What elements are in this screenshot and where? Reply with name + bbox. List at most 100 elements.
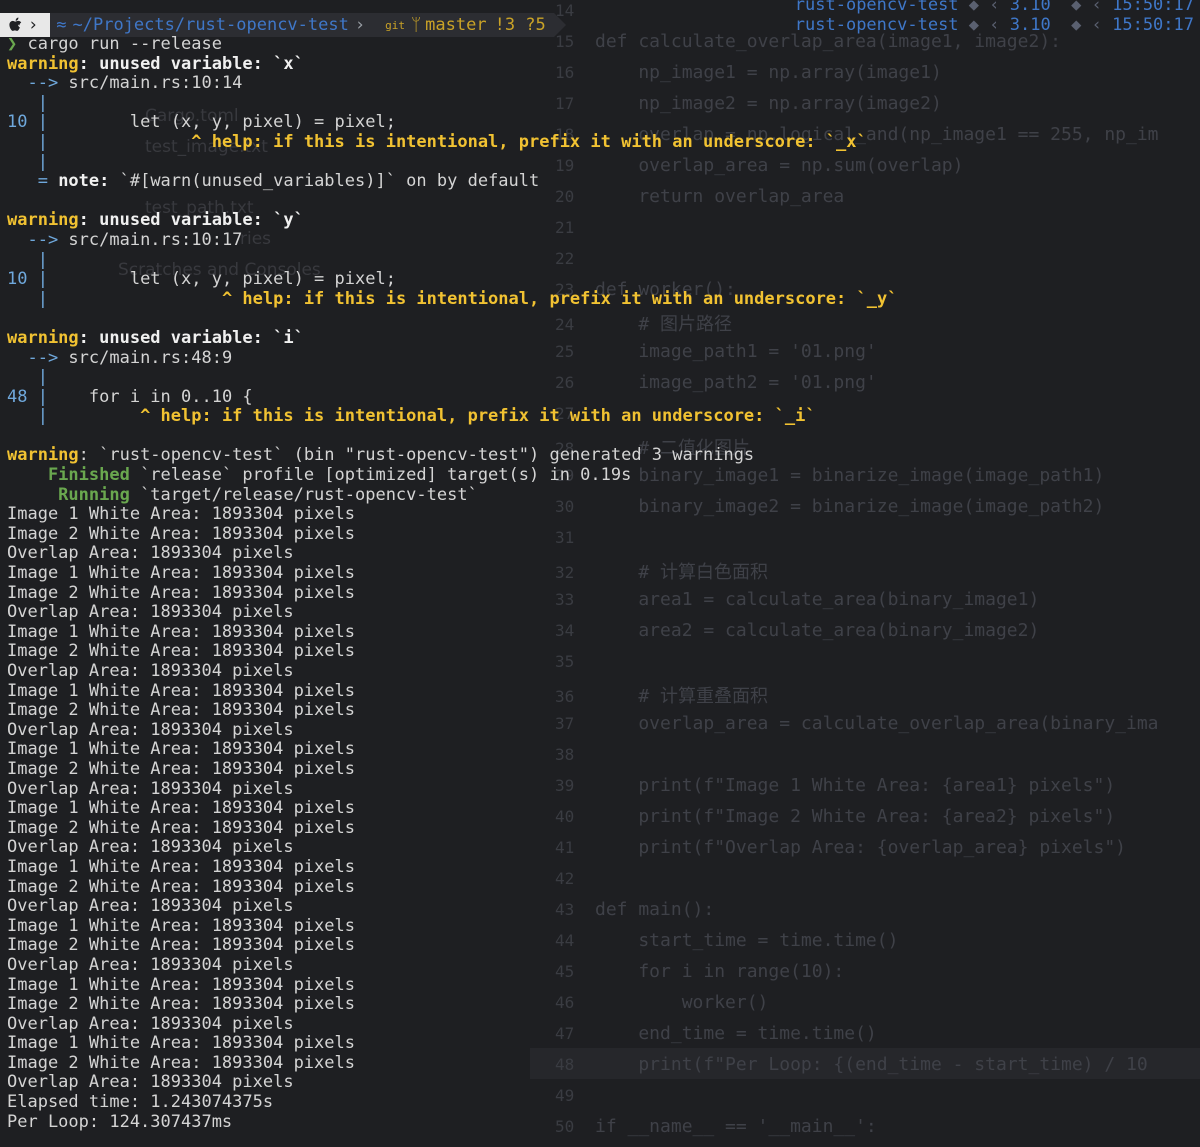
program-output-line: Elapsed time: 1.243074375s bbox=[7, 1092, 274, 1113]
terminal-line: Running `target/release/rust-opencv-test… bbox=[7, 484, 1197, 506]
program-output-line: Image 1 White Area: 1893304 pixels bbox=[7, 915, 355, 936]
prompt-git-status: !3 ?5 bbox=[494, 15, 546, 35]
program-output-line: Image 2 White Area: 1893304 pixels bbox=[7, 758, 355, 779]
note-equals: = bbox=[7, 171, 59, 192]
terminal-line: Image 2 White Area: 1893304 pixels bbox=[7, 700, 1197, 721]
terminal-line: Overlap Area: 1893304 pixels bbox=[7, 954, 1197, 976]
warning-label: warning bbox=[7, 327, 79, 348]
gutter-line-number: 10 | bbox=[7, 269, 48, 290]
folder-icon: ≈ bbox=[56, 15, 67, 35]
program-output-line: Image 1 White Area: 1893304 pixels bbox=[7, 680, 355, 701]
finished-text: `release` profile [optimized] target(s) … bbox=[129, 465, 632, 486]
gutter: | bbox=[7, 367, 48, 388]
warning-arrow: --> bbox=[7, 347, 59, 368]
branch-icon: ᛘ bbox=[410, 15, 422, 35]
help-caret: ^ help: if this is intentional, prefix i… bbox=[47, 131, 867, 152]
program-output-line: Image 1 White Area: 1893304 pixels bbox=[7, 798, 355, 819]
warning-message: : unused variable: `i` bbox=[78, 327, 304, 348]
terminal-line: Image 2 White Area: 1893304 pixels bbox=[7, 1053, 1197, 1074]
warning-location: src/main.rs:10:14 bbox=[58, 73, 243, 94]
terminal-line: 48 | for i in 0..10 { bbox=[7, 387, 1197, 408]
program-output-line: Image 1 White Area: 1893304 pixels bbox=[7, 621, 355, 642]
terminal-line: Image 1 White Area: 1893304 pixels bbox=[7, 915, 1197, 937]
warning-label: warning bbox=[7, 53, 79, 74]
help-caret: ^ help: if this is intentional, prefix i… bbox=[47, 406, 816, 427]
program-output-line: Image 1 White Area: 1893304 pixels bbox=[7, 974, 355, 995]
gutter-line-number: 10 | bbox=[7, 112, 48, 133]
warning-label: warning bbox=[7, 445, 79, 466]
terminal-line: | bbox=[7, 92, 1197, 114]
program-output-line: Image 2 White Area: 1893304 pixels bbox=[7, 641, 355, 662]
gutter: | bbox=[7, 151, 48, 172]
terminal-line: --> src/main.rs:10:14 bbox=[7, 73, 1197, 94]
terminal-line: Image 1 White Area: 1893304 pixels bbox=[7, 621, 1197, 643]
program-output-line: Overlap Area: 1893304 pixels bbox=[7, 954, 294, 975]
terminal-line: Image 1 White Area: 1893304 pixels bbox=[7, 1033, 1197, 1054]
program-output-line: Overlap Area: 1893304 pixels bbox=[7, 719, 294, 740]
terminal-line: Image 1 White Area: 1893304 pixels bbox=[7, 563, 1197, 584]
gutter: | bbox=[7, 131, 48, 152]
terminal-line: warning: `rust-opencv-test` (bin "rust-o… bbox=[7, 446, 1197, 466]
terminal-line: ❯ cargo run --release bbox=[7, 34, 1197, 55]
gutter: | bbox=[7, 92, 48, 113]
terminal-line: Image 2 White Area: 1893304 pixels bbox=[7, 994, 1197, 1015]
prompt-end-arrow bbox=[553, 13, 566, 37]
program-output-line: Overlap Area: 1893304 pixels bbox=[7, 778, 294, 799]
program-output-line: Image 1 White Area: 1893304 pixels bbox=[7, 856, 355, 877]
program-output-line: Image 2 White Area: 1893304 pixels bbox=[7, 700, 355, 721]
terminal-line: warning: unused variable: `i` bbox=[7, 327, 1197, 349]
terminal-line: Elapsed time: 1.243074375s bbox=[7, 1092, 1197, 1113]
terminal-line: Image 1 White Area: 1893304 pixels bbox=[7, 974, 1197, 996]
program-output-line: Overlap Area: 1893304 pixels bbox=[7, 1013, 294, 1034]
running-label: Running bbox=[7, 484, 130, 505]
program-output-line: Overlap Area: 1893304 pixels bbox=[7, 1072, 294, 1093]
terminal-line: --> src/main.rs:48:9 bbox=[7, 347, 1197, 369]
warning-arrow: --> bbox=[7, 229, 59, 250]
terminal-line: Image 2 White Area: 1893304 pixels bbox=[7, 758, 1197, 780]
warning-message: : unused variable: `y` bbox=[78, 210, 304, 231]
program-output-line: Image 1 White Area: 1893304 pixels bbox=[7, 1033, 355, 1054]
right-prompt-project: rust-opencv-test bbox=[794, 0, 959, 15]
note-text: `#[warn(unused_variables)]` on by defaul… bbox=[109, 171, 540, 192]
terminal-line: Overlap Area: 1893304 pixels bbox=[7, 896, 1197, 917]
program-output-line: Overlap Area: 1893304 pixels bbox=[7, 896, 294, 917]
program-output-line: Per Loop: 124.307437ms bbox=[7, 1111, 233, 1132]
python-icon: ◆ ‹ bbox=[958, 15, 1010, 35]
terminal-line: Overlap Area: 1893304 pixels bbox=[7, 778, 1197, 800]
terminal-line: 10 | let (x, y, pixel) = pixel; bbox=[7, 269, 1197, 290]
source-code: let (x, y, pixel) = pixel; bbox=[47, 269, 396, 290]
right-prompt-version: 3.10 bbox=[1009, 15, 1051, 35]
program-output-line: Overlap Area: 1893304 pixels bbox=[7, 602, 294, 623]
source-code: let (x, y, pixel) = pixel; bbox=[47, 112, 396, 133]
terminal-line: Per Loop: 124.307437ms bbox=[7, 1111, 1197, 1133]
terminal-line: Overlap Area: 1893304 pixels bbox=[7, 1013, 1197, 1035]
terminal-line: Image 2 White Area: 1893304 pixels bbox=[7, 642, 1197, 662]
gutter: | bbox=[7, 406, 48, 427]
terminal-line: Overlap Area: 1893304 pixels bbox=[7, 544, 1197, 564]
terminal-line: | ^ help: if this is intentional, prefix… bbox=[7, 131, 1197, 153]
program-output-line: Image 1 White Area: 1893304 pixels bbox=[7, 504, 355, 525]
running-text: `target/release/rust-opencv-test` bbox=[129, 484, 478, 505]
warning-location: src/main.rs:48:9 bbox=[58, 347, 233, 368]
warning-label: warning bbox=[7, 210, 79, 231]
terminal-line: | bbox=[7, 151, 1197, 173]
gutter: | bbox=[7, 288, 48, 309]
program-output-line: Overlap Area: 1893304 pixels bbox=[7, 543, 294, 564]
terminal-line: Overlap Area: 1893304 pixels bbox=[7, 1073, 1197, 1093]
terminal-line: Image 1 White Area: 1893304 pixels bbox=[7, 740, 1197, 760]
terminal-line: Finished `release` profile [optimized] t… bbox=[7, 465, 1197, 486]
terminal-line: Image 2 White Area: 1893304 pixels bbox=[7, 583, 1197, 604]
note-label: note: bbox=[58, 171, 110, 192]
terminal-line: Image 2 White Area: 1893304 pixels bbox=[7, 524, 1197, 545]
terminal-line: warning: unused variable: `y` bbox=[7, 211, 1197, 231]
python-icon: ◆ ‹ bbox=[958, 0, 1010, 15]
prompt-git-segment: git ᛘ master !3 ?5 bbox=[377, 13, 554, 37]
right-prompt-time: 15:50:17 bbox=[1112, 0, 1194, 15]
terminal-line: Overlap Area: 1893304 pixels bbox=[7, 661, 1197, 682]
right-prompt: rust-opencv-test ◆ ‹ 3.10 ◆ ‹ 15:50:17 ru… bbox=[795, 0, 1194, 35]
terminal-output: ❯ cargo run --release warning: unused var… bbox=[7, 34, 1197, 1133]
terminal-line: | ^ help: if this is intentional, prefix… bbox=[7, 406, 1197, 427]
terminal-line: | ^ help: if this is intentional, prefix… bbox=[7, 288, 1197, 310]
program-output-line: Image 2 White Area: 1893304 pixels bbox=[7, 935, 355, 956]
